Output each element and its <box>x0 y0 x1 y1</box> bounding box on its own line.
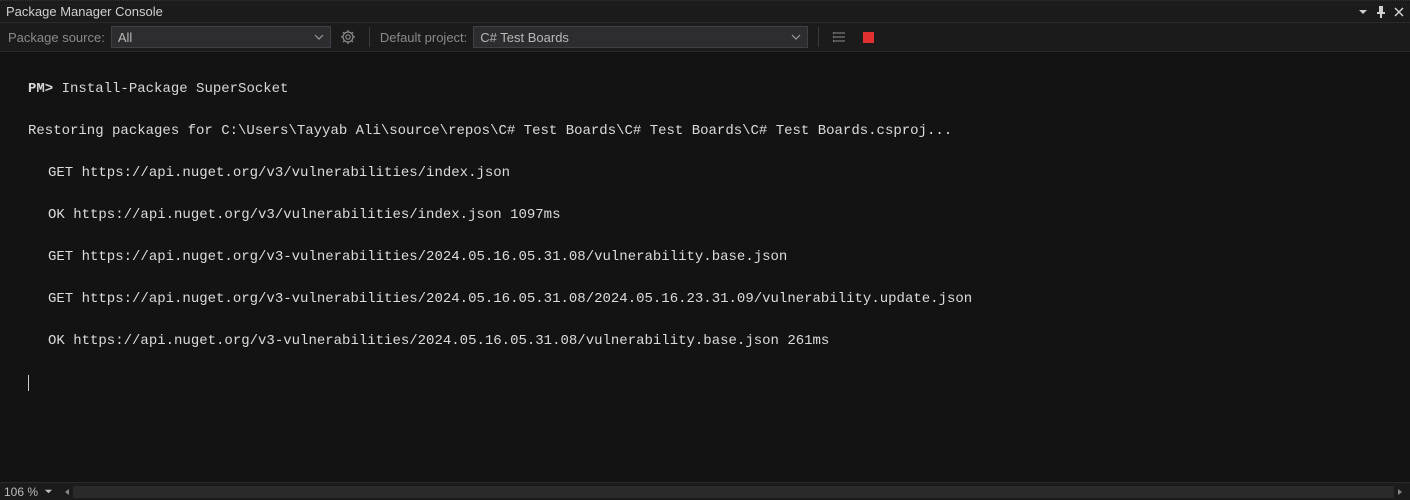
clear-console-icon[interactable] <box>829 26 851 48</box>
default-project-value: C# Test Boards <box>480 30 569 45</box>
chevron-down-icon <box>314 32 324 42</box>
console-line: OK https://api.nuget.org/v3/vulnerabilit… <box>4 205 1406 226</box>
toolbar: Package source: All Default project: C# … <box>0 22 1410 52</box>
scroll-left-icon[interactable] <box>61 486 73 498</box>
zoom-level[interactable]: 106 % <box>4 485 38 499</box>
package-source-value: All <box>118 30 132 45</box>
close-icon[interactable] <box>1394 7 1404 17</box>
panel-title: Package Manager Console <box>6 4 163 19</box>
text-cursor <box>28 375 29 391</box>
console-line: GET https://api.nuget.org/v3-vulnerabili… <box>4 289 1406 310</box>
separator <box>818 27 819 47</box>
stop-button[interactable] <box>857 26 879 48</box>
console-line: Restoring packages for C:\Users\Tayyab A… <box>4 121 1406 142</box>
panel-titlebar: Package Manager Console <box>0 0 1410 22</box>
default-project-label: Default project: <box>380 30 467 45</box>
scroll-track[interactable] <box>73 486 1394 498</box>
chevron-down-icon <box>791 32 801 42</box>
scroll-right-icon[interactable] <box>1394 486 1406 498</box>
prompt: PM> <box>28 81 53 97</box>
console-line: GET https://api.nuget.org/v3/vulnerabili… <box>4 163 1406 184</box>
status-bar: 106 % <box>0 482 1410 500</box>
console-line: GET https://api.nuget.org/v3-vulnerabili… <box>4 247 1406 268</box>
horizontal-scrollbar[interactable] <box>61 485 1406 499</box>
stop-icon <box>863 32 874 43</box>
chevron-down-icon[interactable] <box>44 487 53 496</box>
pin-icon[interactable] <box>1376 6 1386 18</box>
package-source-label: Package source: <box>8 30 105 45</box>
console-line: OK https://api.nuget.org/v3-vulnerabilit… <box>4 331 1406 352</box>
window-dropdown-icon[interactable] <box>1358 7 1368 17</box>
command-text: Install-Package SuperSocket <box>62 81 289 97</box>
default-project-dropdown[interactable]: C# Test Boards <box>473 26 808 48</box>
console-output[interactable]: PM> Install-Package SuperSocket Restorin… <box>0 52 1410 482</box>
package-source-dropdown[interactable]: All <box>111 26 331 48</box>
separator <box>369 27 370 47</box>
settings-gear-icon[interactable] <box>337 26 359 48</box>
